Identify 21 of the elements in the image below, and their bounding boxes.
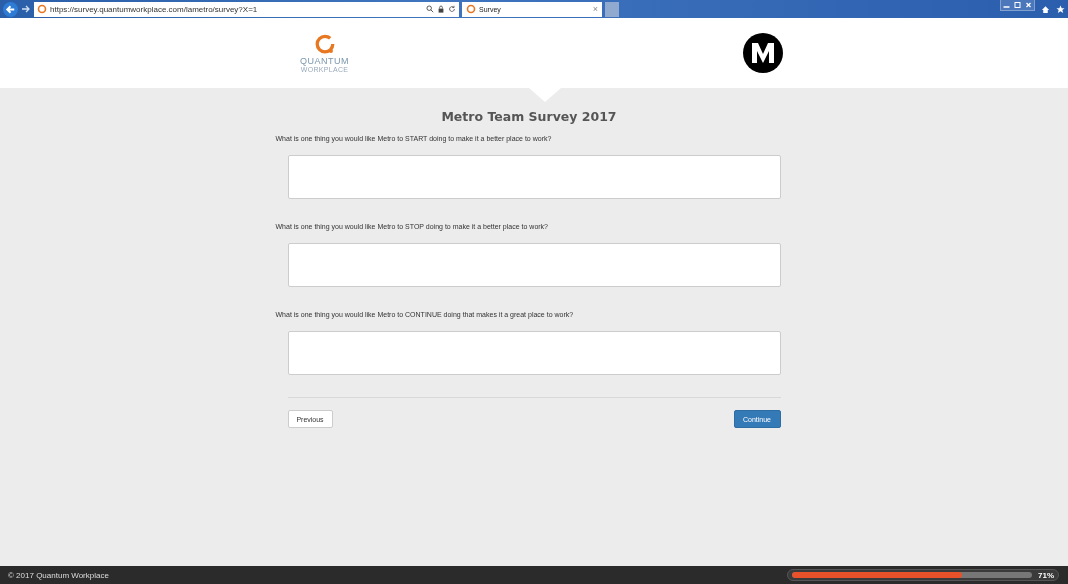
site-icon: [37, 4, 47, 14]
back-icon[interactable]: [3, 1, 18, 17]
survey-title: Metro Team Survey 2017: [440, 109, 618, 124]
search-icon[interactable]: [426, 5, 434, 13]
site-icon: [466, 4, 476, 14]
tab-close-button[interactable]: ×: [592, 4, 598, 14]
new-tab-button[interactable]: [605, 1, 619, 17]
copyright-text: © 2017 Quantum Workplace: [8, 570, 109, 580]
refresh-icon[interactable]: [448, 5, 456, 13]
home-icon[interactable]: [1041, 4, 1050, 14]
metro-logo-icon: [743, 33, 783, 73]
logo-icon: [313, 33, 336, 56]
lock-icon: [437, 5, 445, 13]
star-icon[interactable]: [1056, 4, 1065, 14]
close-icon[interactable]: [1023, 0, 1034, 10]
logo-text: QUANTUM: [300, 55, 349, 66]
url-text: https://survey.quantumworkplace.com/lametro/survey?X=1: [50, 4, 259, 14]
address-bar[interactable]: https://survey.quantumworkplace.com/lametro/survey?X=1: [34, 1, 459, 17]
restore-icon[interactable]: [1012, 0, 1023, 10]
progress-reading: 71%: [1038, 570, 1054, 580]
forward-icon[interactable]: [21, 4, 31, 14]
